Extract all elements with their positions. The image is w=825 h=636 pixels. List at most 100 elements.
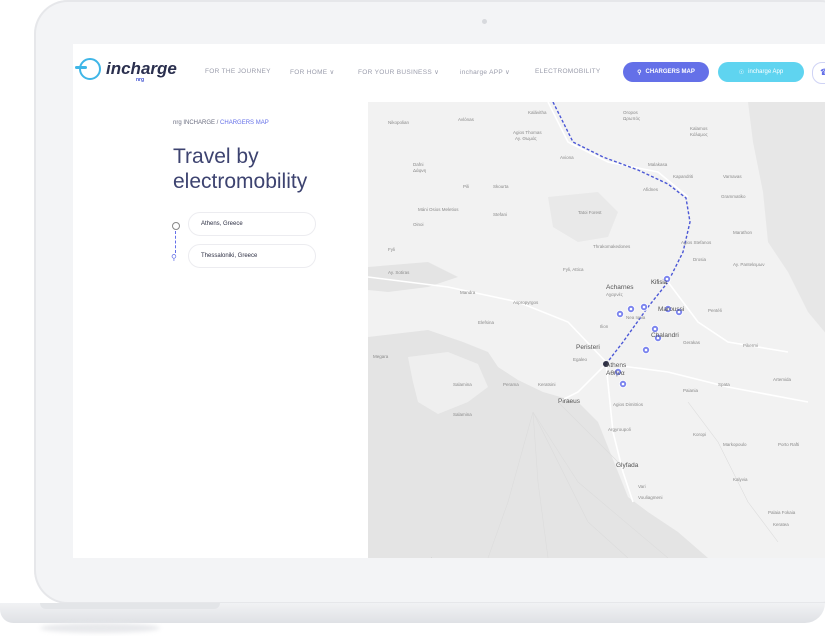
chargers-map-button[interactable]: ⚲ CHARGERS MAP [623,62,709,82]
charger-marker[interactable] [639,302,648,311]
charger-marker[interactable] [618,379,627,388]
route-connector [175,231,176,253]
site-header: incharge nrg FOR THE JOURNEY FOR HOME ∨ … [73,44,825,103]
map-label: Fyli, Attica [563,267,584,272]
plug-icon [75,58,101,80]
map-label: Artemida [773,377,792,382]
chargers-map[interactable]: Kalávitha Nikopolian Avlónas Oropos Ωρωπός Ag… [368,102,825,558]
map-label: Chalandri [651,332,679,339]
screen: incharge nrg FOR THE JOURNEY FOR HOME ∨ … [73,44,825,558]
map-label: Egaleo [573,357,588,362]
map-label: Perama [503,382,519,387]
laptop-foot [40,623,160,633]
route-panel: nrg INCHARGE / CHARGERS MAP Travel by el… [73,102,368,558]
map-label: Thrakomakedones [593,244,631,249]
nav-for-the-journey[interactable]: FOR THE JOURNEY [205,68,271,75]
map-label: Dafni [413,162,424,167]
map-label: Palaia Fokaia [768,510,796,515]
nav-for-home[interactable]: FOR HOME ∨ [290,68,335,76]
map-label: Markopoulo [723,442,747,447]
map-label: Αθήνα [606,370,625,377]
map-label: Skourta [493,184,509,189]
map-label: Malakasa [648,162,668,167]
map-label: Pikermi [743,343,759,348]
map-label: Kapandriti [673,174,694,179]
map-label: Oropos [623,110,638,115]
charger-marker[interactable] [615,309,624,318]
chargers-map-label: CHARGERS MAP [645,69,695,75]
incharge-app-button[interactable]: ☉ incharge App [718,62,804,82]
map-label: Agios Thomas [513,130,542,135]
map-label: Kalamos [690,126,708,131]
map-label: Keratsini [538,382,556,387]
map-label: Ay. Pantelειμων [733,262,765,267]
page-title: Travel by electromobility [173,144,307,194]
map-label: Ay. Θωμάς [515,136,537,141]
parnitha-mountain [548,192,618,242]
map-label: Argyroupoli [608,427,631,432]
nav-for-your-business[interactable]: FOR YOUR BUSINESS ∨ [358,68,439,76]
map-label: Keratea [773,522,789,527]
west-bay [368,262,458,292]
map-label: Ωρωπός [623,116,641,121]
map-label: Acharnes [606,284,634,291]
breadcrumb-current: CHARGERS MAP [220,120,269,126]
incharge-app-label: incharge App [748,69,784,75]
map-label: Fyli [388,247,395,252]
map-label: Peristeri [576,344,600,351]
map-label: Afidnes [643,187,659,192]
map-label: Avlónas [458,117,474,122]
map-label: Aegina [423,557,437,558]
map-label: Glyfada [616,462,639,469]
incharge-logo[interactable]: incharge [75,58,177,80]
map-label: Tatoi Forest [578,210,602,215]
map-label: Megara [373,354,389,359]
map-label: Aspropyrgos [513,300,539,305]
map-label: Kάλαμος [690,132,708,137]
map-label: Pili [463,184,470,189]
nav-electromobility[interactable]: ELECTROMOBILITY [535,68,601,75]
map-label: Ilion [600,324,609,329]
map-label: Porto Rafti [778,442,800,447]
breadcrumb-home[interactable]: nrg INCHARGE [173,120,215,126]
phone-button[interactable]: ☎ [812,62,825,84]
charger-marker[interactable] [641,345,650,354]
map-label: Piraeus [558,398,581,405]
phone-icon: ☎ [820,67,825,78]
map-label: Athens [606,362,627,369]
map-label: Ay. Sotiras [388,270,410,275]
origin-icon [172,222,180,230]
map-label: Vouliagmeni [638,495,663,500]
origin-input[interactable]: Athens, Greece [188,212,316,236]
nrg-logo: nrg [136,77,145,83]
map-label: Gerakas [683,340,701,345]
map-label: Máni Osios Meletios [418,207,459,212]
map-label: Stefani [493,212,508,217]
map-label: Kalávitha [528,110,547,115]
title-line-1: Travel by [173,145,259,168]
breadcrumb: nrg INCHARGE / CHARGERS MAP [173,120,269,126]
map-label: Spata [718,382,730,387]
title-line-2: electromobility [173,170,308,193]
map-label: Αχαρνές [606,292,623,297]
map-label: Nea Ionia [626,315,646,320]
map-label: Δάφνη [413,168,427,173]
charger-marker[interactable] [626,304,635,313]
destination-input[interactable]: Thessaloniki, Greece [188,244,316,268]
east-sea [748,102,825,333]
map-label: Salamina [453,412,472,417]
map-label: Agios Dimitrios [613,402,644,407]
map-label: Elefsina [478,320,495,325]
map-pin-icon: ⚲ [637,69,642,76]
destination-pin-icon: ⚲ [171,253,177,262]
map-label: Agios Stefanos [681,240,712,245]
laptop-camera [482,19,487,24]
map-label: Varnavas [723,174,742,179]
map-label: Mandra [460,290,476,295]
app-icon: ☉ [738,69,745,76]
map-label: Salamina [453,382,472,387]
map-label: Grammatiko [721,194,746,199]
map-label: Maroussi [658,306,685,313]
map-label: Aviona [560,155,574,160]
nav-incharge-app[interactable]: incharge APP ∨ [460,68,510,76]
